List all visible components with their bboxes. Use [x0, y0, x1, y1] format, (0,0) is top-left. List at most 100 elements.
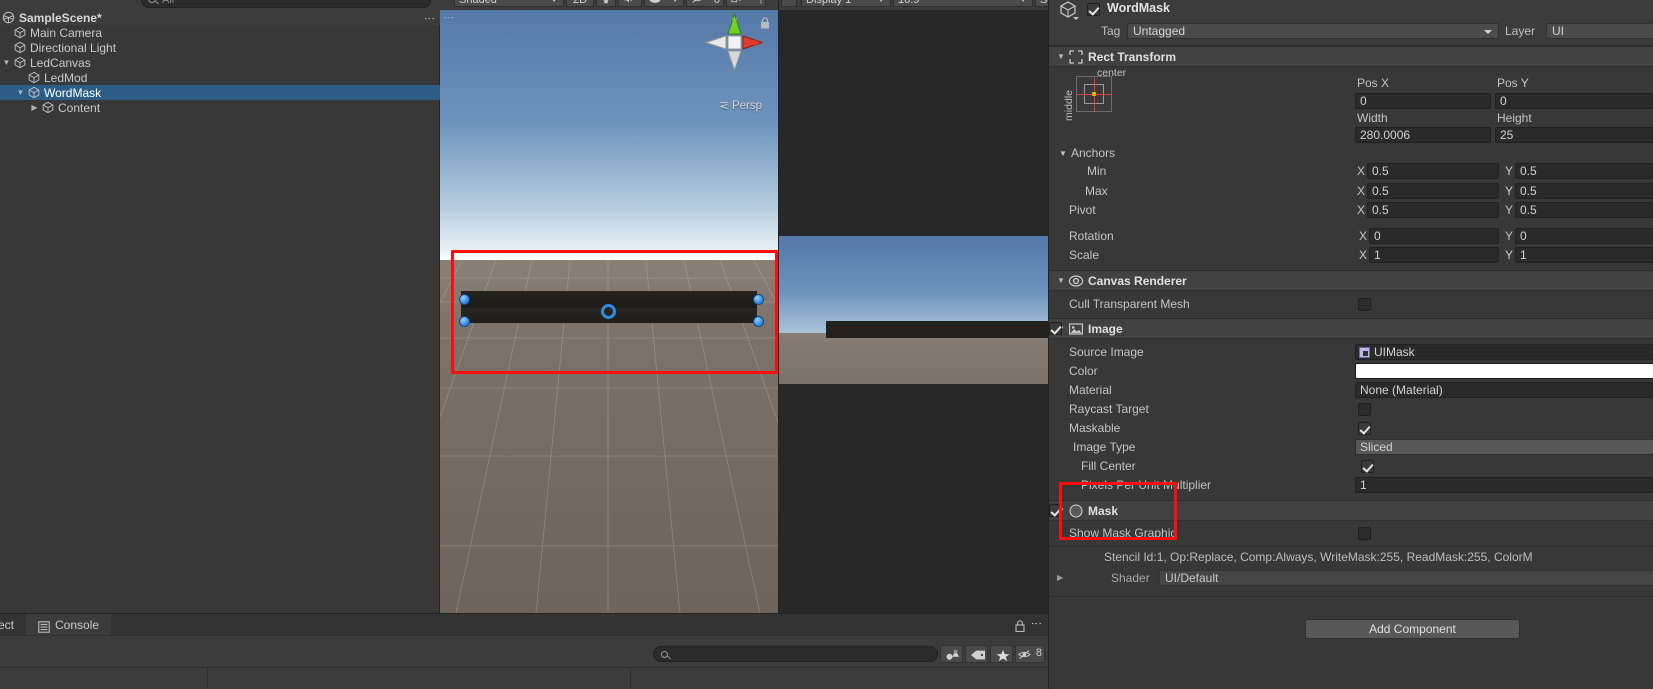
game-scale-slider[interactable]: Scale	[1035, 0, 1048, 7]
pivot-x-field[interactable]: 0.5	[1367, 202, 1499, 218]
scale-label: Scale	[1069, 248, 1100, 262]
hierarchy-foldout-icon[interactable]: ▼	[14, 85, 27, 100]
scene-lock-icon[interactable]	[760, 17, 770, 29]
hierarchy-foldout-icon[interactable]: ▶	[28, 100, 41, 115]
component-header-image[interactable]: ▼ Image	[1049, 318, 1653, 339]
raycast-target-checkbox[interactable]	[1358, 403, 1371, 416]
material-field[interactable]: None (Material)	[1355, 382, 1653, 398]
project-lock-icon[interactable]	[1015, 620, 1025, 633]
color-swatch-field[interactable]	[1355, 363, 1653, 379]
anchor-max-x-field[interactable]: 0.5	[1367, 183, 1499, 199]
scene-handle-top-right[interactable]	[753, 294, 764, 305]
game-aspect-dropdown[interactable]: 16:9 ▼	[893, 0, 1033, 7]
layer-dropdown[interactable]: UI	[1546, 23, 1653, 39]
hierarchy-item-main-camera[interactable]: Main Camera	[0, 25, 440, 40]
hidden-objects-toggle[interactable]: 8	[1015, 645, 1045, 663]
scene-view-kebab[interactable]: ⋮	[442, 12, 454, 23]
fill-center-checkbox[interactable]	[1361, 460, 1374, 473]
hierarchy-item-ledcanvas[interactable]: ▼ LedCanvas	[0, 55, 440, 70]
game-masked-bar	[826, 321, 1048, 338]
component-title: Rect Transform	[1088, 49, 1177, 64]
scale-y-field[interactable]: 1	[1515, 247, 1653, 263]
component-header-canvas-renderer[interactable]: ▼ Canvas Renderer	[1049, 270, 1653, 291]
rot-y-axis-label: Y	[1505, 229, 1514, 243]
material-preview-shader-row: ▶ Shader UI/Default	[1049, 568, 1653, 588]
game-play-focus-icon[interactable]	[781, 0, 797, 7]
scene-2d-toggle[interactable]: 2D	[566, 0, 594, 7]
shader-foldout-icon[interactable]: ▶	[1057, 568, 1063, 588]
stencil-info-text: Stencil Id:1, Op:Replace, Comp:Always, W…	[1104, 550, 1533, 564]
scene-audio-toggle[interactable]	[618, 0, 642, 7]
sprite-thumbnail-icon	[1359, 347, 1370, 358]
search-by-type-button[interactable]	[940, 645, 963, 663]
anchors-foldout-icon[interactable]: ▼	[1059, 144, 1067, 163]
hierarchy-item-directional-light[interactable]: Directional Light	[0, 40, 440, 55]
hierarchy-item-wordmask[interactable]: ▼ WordMask	[0, 85, 440, 100]
hierarchy-menu-kebab[interactable]: ⋮	[423, 13, 435, 24]
anchors-foldout-row[interactable]: ▼ Anchors	[1049, 144, 1653, 163]
scene-handle-bottom-left[interactable]	[459, 316, 470, 327]
maskable-label: Maskable	[1069, 421, 1121, 435]
show-mask-graphic-checkbox[interactable]	[1358, 527, 1371, 540]
game-view[interactable]: Display 1 ▼ 16:9 ▼ Scale	[778, 0, 1048, 613]
tag-dropdown[interactable]: Untagged	[1127, 23, 1499, 39]
gameobject-enabled-checkbox[interactable]	[1087, 3, 1100, 16]
game-display-dropdown[interactable]: Display 1 ▼	[801, 0, 891, 7]
height-field[interactable]: 25	[1495, 127, 1653, 143]
scale-x-field[interactable]: 1	[1369, 247, 1499, 263]
hierarchy-item-ledmod[interactable]: LedMod	[0, 70, 440, 85]
tab-project[interactable]: ect	[0, 614, 26, 636]
rotation-label: Rotation	[1069, 229, 1114, 243]
image-type-dropdown[interactable]: Sliced	[1355, 439, 1653, 455]
favorites-button[interactable]	[990, 645, 1013, 663]
hierarchy-scene-row[interactable]: SampleScene*	[0, 10, 440, 25]
foldout-arrow-icon[interactable]: ▼	[1054, 276, 1068, 285]
component-header-rect-transform[interactable]: ▼ Rect Transform	[1049, 46, 1653, 67]
foldout-arrow-icon[interactable]: ▼	[1054, 52, 1068, 61]
project-menu-kebab[interactable]: ⋮	[1030, 618, 1042, 629]
scene-projection-label[interactable]: ⋜ Persp	[719, 98, 762, 112]
component-title: Canvas Renderer	[1088, 273, 1187, 288]
cull-transparent-mesh-label: Cull Transparent Mesh	[1069, 297, 1190, 311]
pivot-label: Pivot	[1069, 203, 1096, 217]
component-header-mask[interactable]: ▼ Mask	[1049, 500, 1653, 521]
add-component-button[interactable]: Add Component	[1305, 619, 1520, 639]
pos-y-label: Pos Y	[1497, 76, 1529, 90]
scene-pivot-handle[interactable]	[601, 304, 616, 319]
width-field[interactable]: 280.0006	[1355, 127, 1491, 143]
search-icon	[661, 650, 668, 658]
scene-orientation-gizmo[interactable]: y x	[704, 12, 764, 72]
scene-shading-mode-dropdown[interactable]: Shaded ▼	[454, 0, 564, 7]
source-image-field[interactable]: UIMask	[1355, 344, 1653, 360]
scene-fx-dropdown[interactable]: ▼	[644, 0, 684, 7]
scene-view[interactable]: y x ⋜ Persp Shaded ▼ 2D	[440, 0, 778, 613]
gameobject-cube-icon	[41, 101, 55, 114]
anchor-min-x-field[interactable]: 0.5	[1367, 163, 1499, 179]
scene-handle-bottom-right[interactable]	[753, 316, 764, 327]
maskable-checkbox[interactable]	[1358, 422, 1371, 435]
scene-hidden-objects-count[interactable]: 0	[686, 0, 724, 7]
rotation-x-field[interactable]: 0	[1369, 228, 1499, 244]
shader-field[interactable]: UI/Default	[1159, 570, 1653, 586]
scale-row: Scale X 1 Y 1	[1049, 246, 1653, 265]
project-search-input[interactable]	[653, 646, 938, 662]
image-enabled-checkbox[interactable]	[1049, 322, 1062, 335]
gameobject-cube-icon	[13, 41, 27, 54]
scene-gizmos-dropdown[interactable]: |	[726, 0, 766, 7]
search-by-label-button[interactable]	[965, 645, 988, 663]
hierarchy-foldout-icon[interactable]: ▼	[0, 55, 13, 70]
pos-y-field[interactable]: 0	[1495, 93, 1653, 109]
rotation-y-field[interactable]: 0	[1515, 228, 1653, 244]
hierarchy-item-content[interactable]: ▶ Content	[0, 100, 440, 115]
scene-lighting-toggle[interactable]	[596, 0, 616, 7]
scene-handle-top-left[interactable]	[459, 294, 470, 305]
tab-console[interactable]: Console	[26, 614, 112, 636]
hierarchy-search-input[interactable]: All	[141, 0, 431, 8]
anchor-min-y-field[interactable]: 0.5	[1515, 163, 1653, 179]
anchor-max-y-field[interactable]: 0.5	[1515, 183, 1653, 199]
pixels-per-unit-field[interactable]: 1	[1355, 477, 1653, 493]
mask-enabled-checkbox[interactable]	[1049, 504, 1062, 517]
cull-transparent-mesh-checkbox[interactable]	[1358, 298, 1371, 311]
pivot-y-field[interactable]: 0.5	[1515, 202, 1653, 218]
pos-x-field[interactable]: 0	[1355, 93, 1491, 109]
